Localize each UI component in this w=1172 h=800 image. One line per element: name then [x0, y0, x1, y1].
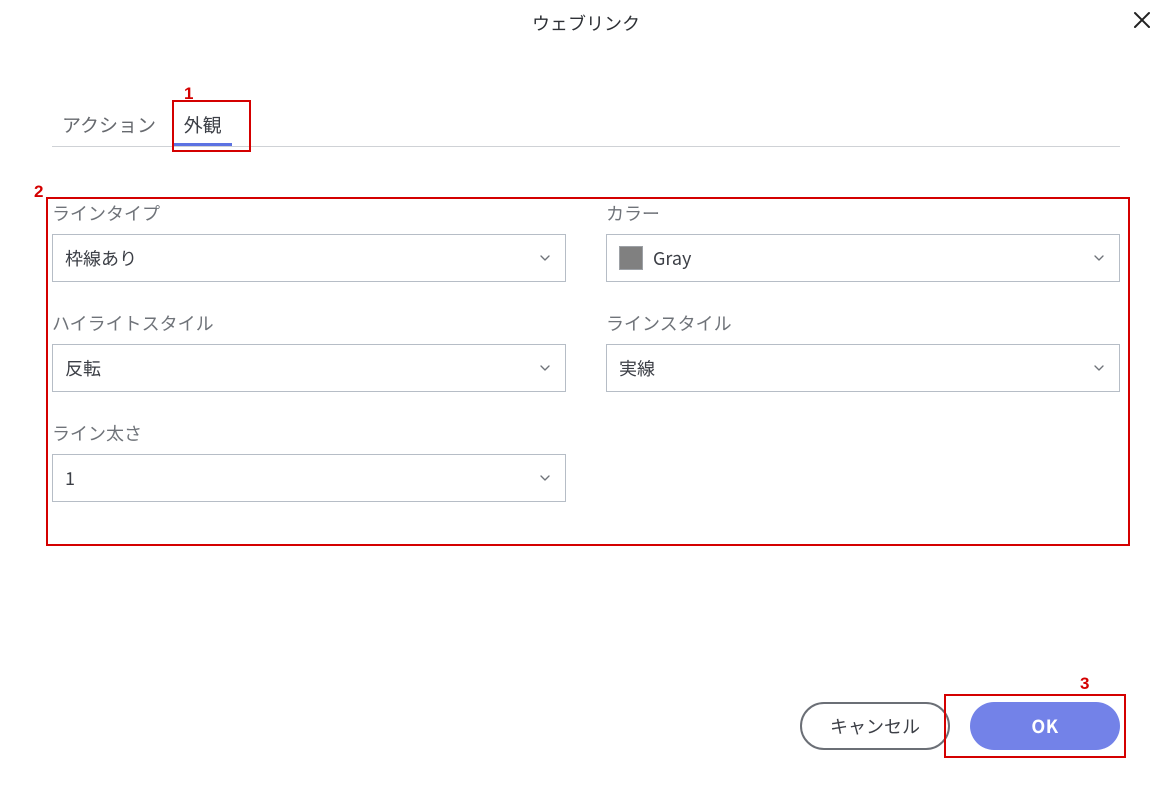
select-line-style[interactable]: 実線 — [606, 344, 1120, 392]
select-line-type[interactable]: 枠線あり — [52, 234, 566, 282]
select-highlight-style[interactable]: 反転 — [52, 344, 566, 392]
field-highlight-style: ハイライトスタイル 反転 — [52, 310, 566, 392]
label-highlight-style: ハイライトスタイル — [52, 310, 566, 336]
tab-bar: アクション 外観 — [52, 104, 1120, 147]
callout-number-3: 3 — [1080, 674, 1089, 694]
chevron-down-icon — [1091, 250, 1107, 266]
value-line-type: 枠線あり — [65, 245, 137, 271]
color-swatch-icon — [619, 246, 643, 270]
label-line-type: ラインタイプ — [52, 200, 566, 226]
dialog-title: ウェブリンク — [0, 10, 1172, 36]
select-color[interactable]: Gray — [606, 234, 1120, 282]
label-line-style: ラインスタイル — [606, 310, 1120, 336]
dialog-footer: キャンセル OK — [800, 702, 1120, 750]
chevron-down-icon — [537, 470, 553, 486]
weblink-dialog: ウェブリンク アクション 外観 ラインタイプ 枠線あり カラー — [0, 0, 1172, 800]
value-color: Gray — [653, 245, 691, 271]
label-line-thickness: ライン太さ — [52, 420, 566, 446]
tab-action[interactable]: アクション — [52, 104, 166, 146]
callout-number-1: 1 — [184, 84, 193, 104]
value-highlight-style: 反転 — [65, 355, 101, 381]
appearance-panel: ラインタイプ 枠線あり カラー Gray ハイライトスタイル — [52, 200, 1120, 530]
value-line-style: 実線 — [619, 355, 655, 381]
cancel-button[interactable]: キャンセル — [800, 702, 950, 750]
value-line-thickness: 1 — [65, 465, 75, 491]
close-icon[interactable] — [1130, 8, 1154, 32]
chevron-down-icon — [537, 360, 553, 376]
field-line-style: ラインスタイル 実線 — [606, 310, 1120, 392]
tab-appearance[interactable]: 外観 — [174, 104, 232, 146]
label-color: カラー — [606, 200, 1120, 226]
chevron-down-icon — [1091, 360, 1107, 376]
ok-button[interactable]: OK — [970, 702, 1120, 750]
callout-number-2: 2 — [34, 182, 43, 202]
field-line-thickness: ライン太さ 1 — [52, 420, 566, 502]
field-line-type: ラインタイプ 枠線あり — [52, 200, 566, 282]
select-line-thickness[interactable]: 1 — [52, 454, 566, 502]
chevron-down-icon — [537, 250, 553, 266]
field-color: カラー Gray — [606, 200, 1120, 282]
